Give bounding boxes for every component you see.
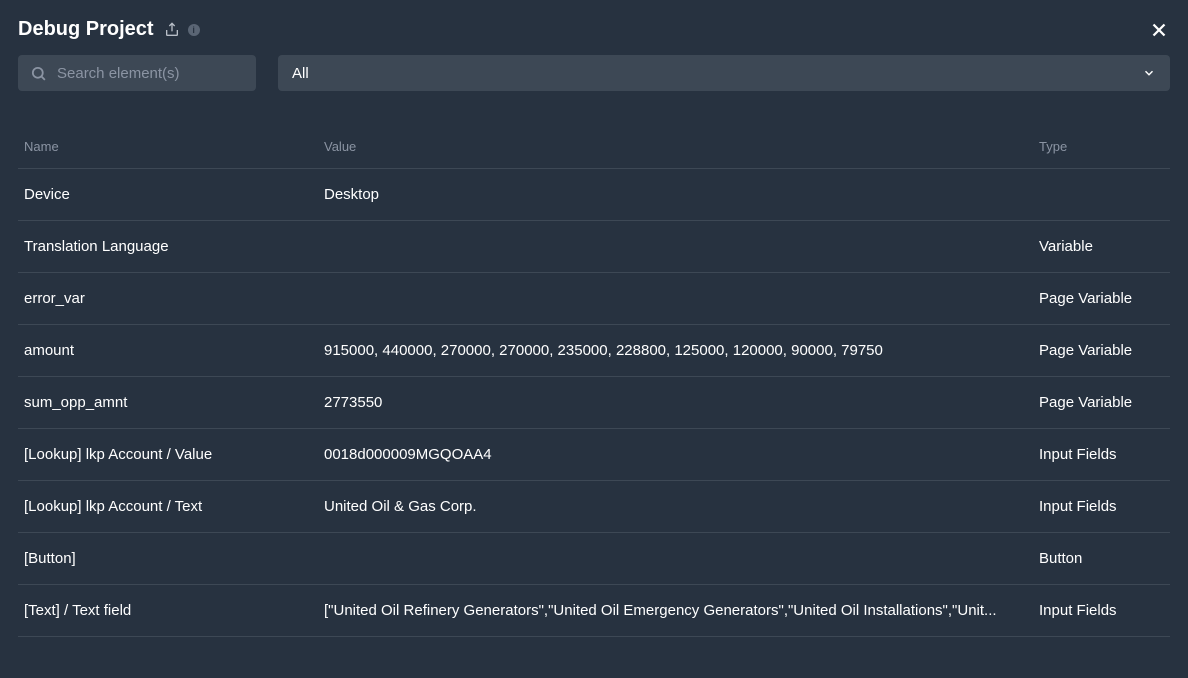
col-header-type: Type	[1039, 139, 1164, 154]
cell-value: 2773550	[324, 394, 1039, 411]
table-row[interactable]: Translation Language Variable	[18, 221, 1170, 273]
cell-type: Page Variable	[1039, 394, 1164, 411]
table-header-row: Name Value Type	[18, 109, 1170, 169]
cell-value: United Oil & Gas Corp.	[324, 498, 1039, 515]
table-row[interactable]: amount 915000, 440000, 270000, 270000, 2…	[18, 325, 1170, 377]
cell-name: [Lookup] lkp Account / Text	[24, 498, 324, 515]
table-row[interactable]: error_var Page Variable	[18, 273, 1170, 325]
cell-name: sum_opp_amnt	[24, 394, 324, 411]
cell-name: Translation Language	[24, 238, 324, 255]
cell-name: [Lookup] lkp Account / Value	[24, 446, 324, 463]
search-icon	[30, 65, 47, 82]
close-icon[interactable]	[1148, 19, 1170, 41]
debug-table: Name Value Type Device Desktop Translati…	[0, 109, 1188, 637]
cell-type: Page Variable	[1039, 342, 1164, 359]
share-icon[interactable]	[164, 22, 180, 38]
table-row[interactable]: [Lookup] lkp Account / Value 0018d000009…	[18, 429, 1170, 481]
cell-name: [Text] / Text field	[24, 602, 324, 619]
col-header-name: Name	[24, 139, 324, 154]
info-badge[interactable]: i	[188, 24, 200, 36]
cell-value: Desktop	[324, 186, 1039, 203]
filter-dropdown[interactable]: All	[278, 55, 1170, 91]
table-row[interactable]: sum_opp_amnt 2773550 Page Variable	[18, 377, 1170, 429]
cell-type: Button	[1039, 550, 1164, 567]
cell-value: 0018d000009MGQOAA4	[324, 446, 1039, 463]
cell-type: Input Fields	[1039, 446, 1164, 463]
table-row[interactable]: [Text] / Text field ["United Oil Refiner…	[18, 585, 1170, 637]
search-input[interactable]	[57, 65, 244, 82]
header-left-group: Debug Project i	[18, 18, 200, 41]
table-row[interactable]: [Lookup] lkp Account / Text United Oil &…	[18, 481, 1170, 533]
filter-selected-label: All	[292, 65, 309, 82]
table-row[interactable]: [Button] Button	[18, 533, 1170, 585]
cell-name: Device	[24, 186, 324, 203]
cell-value: ["United Oil Refinery Generators","Unite…	[324, 602, 1039, 619]
cell-value	[324, 290, 1039, 307]
col-header-value: Value	[324, 139, 1039, 154]
chevron-down-icon	[1142, 66, 1156, 80]
cell-type: Page Variable	[1039, 290, 1164, 307]
cell-value: 915000, 440000, 270000, 270000, 235000, …	[324, 342, 1039, 359]
cell-value	[324, 550, 1039, 567]
panel-header: Debug Project i	[0, 0, 1188, 55]
cell-type: Variable	[1039, 238, 1164, 255]
cell-name: error_var	[24, 290, 324, 307]
cell-name: amount	[24, 342, 324, 359]
controls-row: All	[0, 55, 1188, 109]
panel-title: Debug Project	[18, 18, 154, 41]
cell-value	[324, 238, 1039, 255]
cell-type: Input Fields	[1039, 602, 1164, 619]
cell-name: [Button]	[24, 550, 324, 567]
cell-type	[1039, 186, 1164, 203]
search-box[interactable]	[18, 55, 256, 91]
cell-type: Input Fields	[1039, 498, 1164, 515]
table-row[interactable]: Device Desktop	[18, 169, 1170, 221]
